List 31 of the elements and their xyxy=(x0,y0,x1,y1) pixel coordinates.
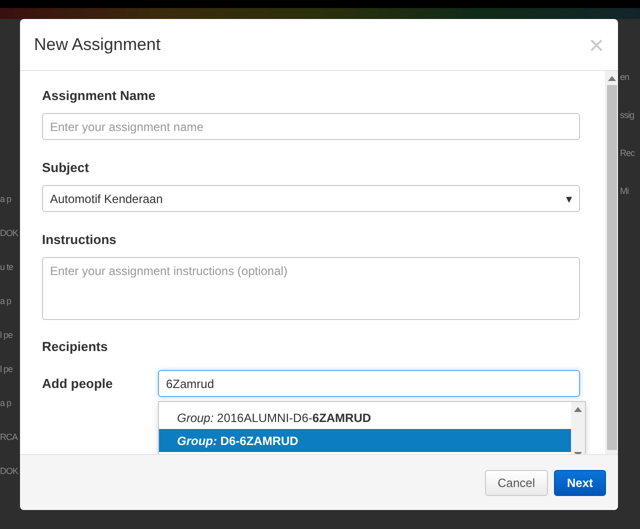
background-text: u te xyxy=(0,261,14,274)
section-heading: Recipients xyxy=(42,339,109,354)
next-button[interactable]: Next xyxy=(554,470,606,496)
scrollbar[interactable] xyxy=(605,71,618,454)
textarea-field[interactable]: Enter your assignment instructions (optional) xyxy=(42,257,580,320)
background-text: DOK xyxy=(0,227,20,240)
background-text: ssig xyxy=(620,109,636,122)
field-label: Assignment Name xyxy=(42,88,156,103)
background-text: l pe xyxy=(0,329,14,342)
modal-title: New Assignment xyxy=(34,34,161,54)
cancel-button[interactable]: Cancel xyxy=(484,470,548,496)
suggestion-item[interactable]: Group: D6-6ZAMRUD xyxy=(159,429,571,452)
scroll-up-icon[interactable] xyxy=(574,407,582,412)
input-field[interactable]: Enter your assignment name xyxy=(42,113,580,140)
suggestion-item[interactable]: Group: 2016ALUMNI-D6-6ZAMRUD xyxy=(159,406,571,429)
background-text: a p xyxy=(0,193,12,206)
background-text: a p xyxy=(0,397,12,410)
background-text: a p xyxy=(0,295,12,308)
background-text: Rec xyxy=(620,147,636,160)
list-scrollbar[interactable] xyxy=(571,402,585,454)
field-label: Instructions xyxy=(42,232,118,247)
background-text: DOK xyxy=(0,465,20,478)
add-people-field[interactable]: 6Zamrud xyxy=(158,370,580,397)
field-label: Add people xyxy=(42,376,114,391)
background-text: RCA xyxy=(0,431,19,444)
background-text: l pe xyxy=(0,363,14,376)
scroll-up-icon[interactable] xyxy=(608,76,616,81)
select-field[interactable]: Automotif Kenderaan ▾ xyxy=(42,185,580,212)
background-text: Mi xyxy=(620,185,630,198)
background-text: en xyxy=(620,71,630,84)
field-label: Subject xyxy=(42,160,90,175)
